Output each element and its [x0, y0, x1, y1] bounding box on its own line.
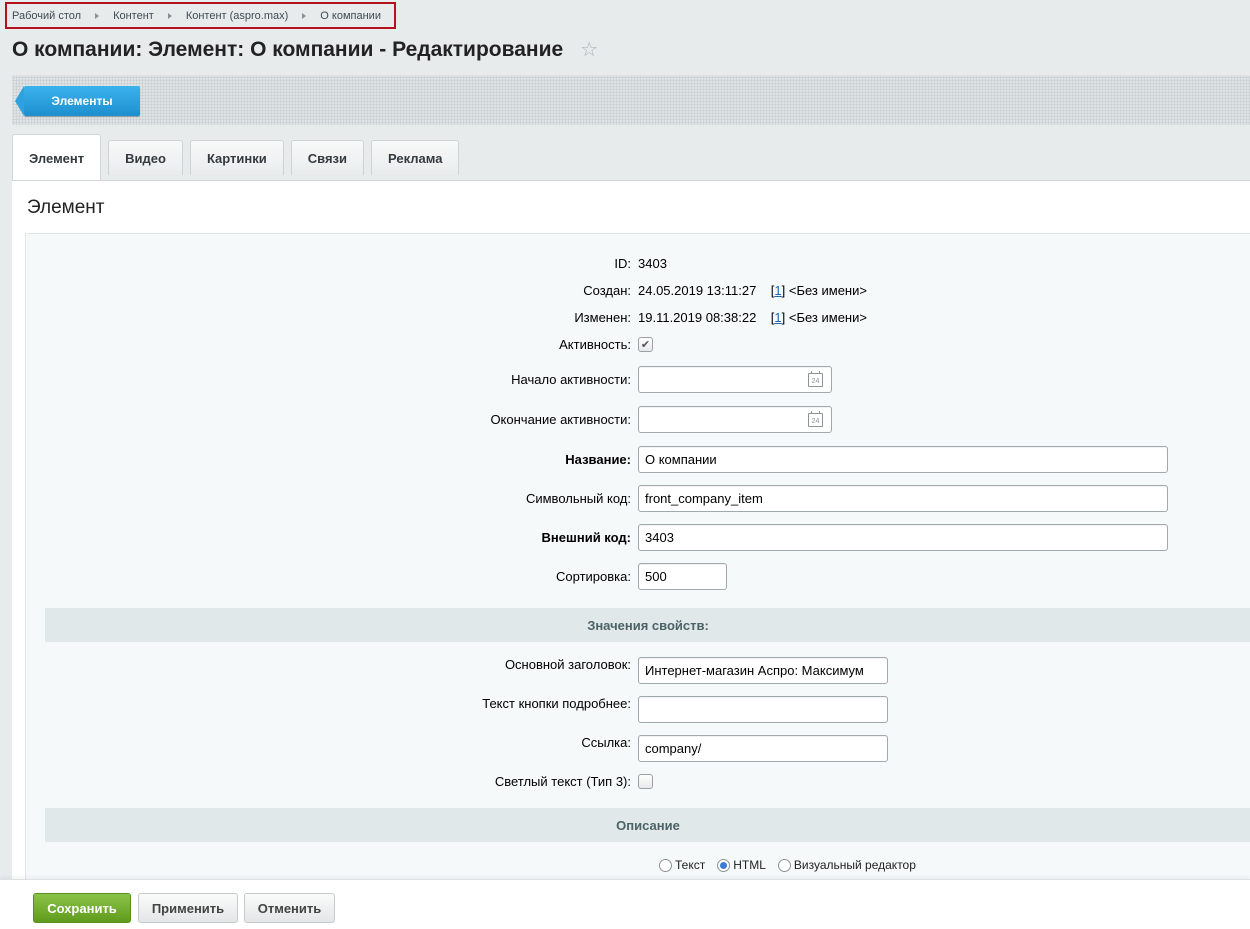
- radio-text-label: Текст: [675, 858, 706, 872]
- xml-id-input[interactable]: 3403: [638, 524, 1168, 551]
- modified-date: 19.11.2019 08:38:22: [638, 310, 757, 325]
- name-label: Название:: [565, 452, 631, 467]
- main-title-label: Основной заголовок:: [504, 657, 631, 672]
- id-value: 3403: [638, 256, 667, 271]
- row-xml-id: Внешний код: 3403: [26, 524, 1250, 551]
- apply-button[interactable]: Применить: [138, 893, 238, 923]
- active-from-input[interactable]: 24: [638, 366, 832, 393]
- row-light-text: Светлый текст (Тип 3):: [26, 774, 1250, 789]
- code-label: Символьный код:: [525, 491, 631, 506]
- sort-label: Сортировка:: [556, 569, 631, 584]
- radio-text[interactable]: Текст: [659, 858, 705, 872]
- created-user-link[interactable]: 1: [774, 283, 781, 298]
- properties-section-header: Значения свойств:: [45, 608, 1250, 642]
- page-title: О компании: Элемент: О компании - Редакт…: [12, 37, 598, 62]
- breadcrumb-item-content-aspro[interactable]: Контент (aspro.max): [186, 10, 288, 22]
- row-active: Активность: ✔: [26, 337, 1250, 352]
- radio-circle[interactable]: [659, 858, 672, 872]
- calendar-icon[interactable]: 24: [808, 410, 823, 427]
- created-user-name: <Без имени>: [788, 283, 867, 298]
- id-label: ID:: [614, 256, 631, 271]
- breadcrumb-item-content[interactable]: Контент: [113, 10, 154, 22]
- code-input[interactable]: front_company_item: [638, 485, 1168, 512]
- active-label: Активность:: [559, 337, 631, 352]
- radio-visual[interactable]: Визуальный редактор: [777, 858, 916, 872]
- xml-id-label: Внешний код:: [541, 530, 631, 545]
- check-icon: ✔: [640, 339, 651, 351]
- save-button[interactable]: Сохранить: [33, 893, 131, 923]
- row-code: Символьный код: front_company_item: [26, 485, 1250, 512]
- name-input[interactable]: О компании: [638, 446, 1168, 473]
- breadcrumb-item-about[interactable]: О компании: [320, 10, 381, 22]
- form-body: ID: 3403 Создан: 24.05.2019 13:11:27 [1]…: [25, 233, 1250, 893]
- row-modified: Изменен: 19.11.2019 08:38:22 [1] <Без им…: [26, 310, 1250, 325]
- elements-back-button[interactable]: Элементы: [15, 86, 140, 116]
- tab-video[interactable]: Видео: [108, 140, 183, 175]
- modified-label: Изменен:: [574, 310, 631, 325]
- link-input[interactable]: company/: [638, 735, 888, 762]
- radio-html-label: HTML: [733, 858, 766, 872]
- modified-user-link[interactable]: 1: [774, 310, 781, 325]
- row-sort: Сортировка: 500: [26, 563, 1250, 590]
- radio-visual-label: Визуальный редактор: [793, 858, 916, 872]
- created-value: 24.05.2019 13:11:27 [1] <Без имени>: [638, 283, 867, 298]
- row-created: Создан: 24.05.2019 13:11:27 [1] <Без име…: [26, 283, 1250, 298]
- form-panel: Элемент ID: 3403 Создан: 24.05.2019 13:1…: [12, 180, 1250, 893]
- more-button-input[interactable]: [638, 696, 888, 723]
- tab-links[interactable]: Связи: [290, 140, 365, 175]
- row-active-to: Окончание активности: 24: [26, 406, 1250, 433]
- description-type-radios: Текст HTML Визуальный редактор: [659, 858, 928, 872]
- row-id: ID: 3403: [26, 256, 1250, 271]
- toolbar: Элементы: [12, 75, 1250, 125]
- more-button-label: Текст кнопки подробнее:: [482, 696, 631, 711]
- active-to-input[interactable]: 24: [638, 406, 832, 433]
- breadcrumb-item-desktop[interactable]: Рабочий стол: [12, 10, 81, 22]
- tab-element[interactable]: Элемент: [12, 134, 102, 181]
- modified-user-name: <Без имени>: [788, 310, 867, 325]
- row-link: Ссылка: company/: [26, 735, 1250, 762]
- sort-input[interactable]: 500: [638, 563, 727, 590]
- breadcrumb-separator-icon: [167, 12, 172, 19]
- panel-title: Элемент: [27, 197, 105, 218]
- row-more-button: Текст кнопки подробнее:: [26, 696, 1250, 723]
- link-label: Ссылка:: [581, 735, 631, 750]
- description-section-header: Описание: [45, 808, 1250, 842]
- active-to-label: Окончание активности:: [490, 412, 631, 427]
- row-main-title: Основной заголовок: Интернет-магазин Асп…: [26, 657, 1250, 684]
- row-active-from: Начало активности: 24: [26, 366, 1250, 393]
- main-title-input[interactable]: Интернет-магазин Аспро: Максимум: [638, 657, 888, 684]
- light-text-checkbox[interactable]: [638, 774, 653, 789]
- cancel-button[interactable]: Отменить: [244, 893, 335, 923]
- breadcrumb-separator-icon: [95, 12, 100, 19]
- active-from-label: Начало активности:: [511, 372, 631, 387]
- tab-ads[interactable]: Реклама: [371, 140, 460, 175]
- page-title-text: О компании: Элемент: О компании - Редакт…: [12, 37, 564, 61]
- created-label: Создан:: [583, 283, 631, 298]
- footer-bar: Сохранить Применить Отменить: [0, 879, 1250, 929]
- created-date: 24.05.2019 13:11:27: [638, 283, 757, 298]
- radio-html[interactable]: HTML: [717, 858, 766, 872]
- calendar-icon[interactable]: 24: [808, 370, 823, 387]
- breadcrumb-separator-icon: [302, 12, 307, 19]
- light-text-label: Светлый текст (Тип 3):: [494, 774, 631, 789]
- radio-circle[interactable]: [777, 858, 791, 872]
- tab-pictures[interactable]: Картинки: [189, 140, 284, 175]
- star-icon[interactable]: ☆: [580, 37, 598, 62]
- row-name: Название: О компании: [26, 446, 1250, 473]
- tab-bar: Элемент Видео Картинки Связи Реклама: [12, 134, 466, 181]
- breadcrumb: Рабочий стол Контент Контент (aspro.max)…: [5, 2, 396, 29]
- modified-value: 19.11.2019 08:38:22 [1] <Без имени>: [638, 310, 867, 325]
- radio-circle[interactable]: [717, 858, 731, 872]
- active-checkbox[interactable]: ✔: [638, 337, 653, 352]
